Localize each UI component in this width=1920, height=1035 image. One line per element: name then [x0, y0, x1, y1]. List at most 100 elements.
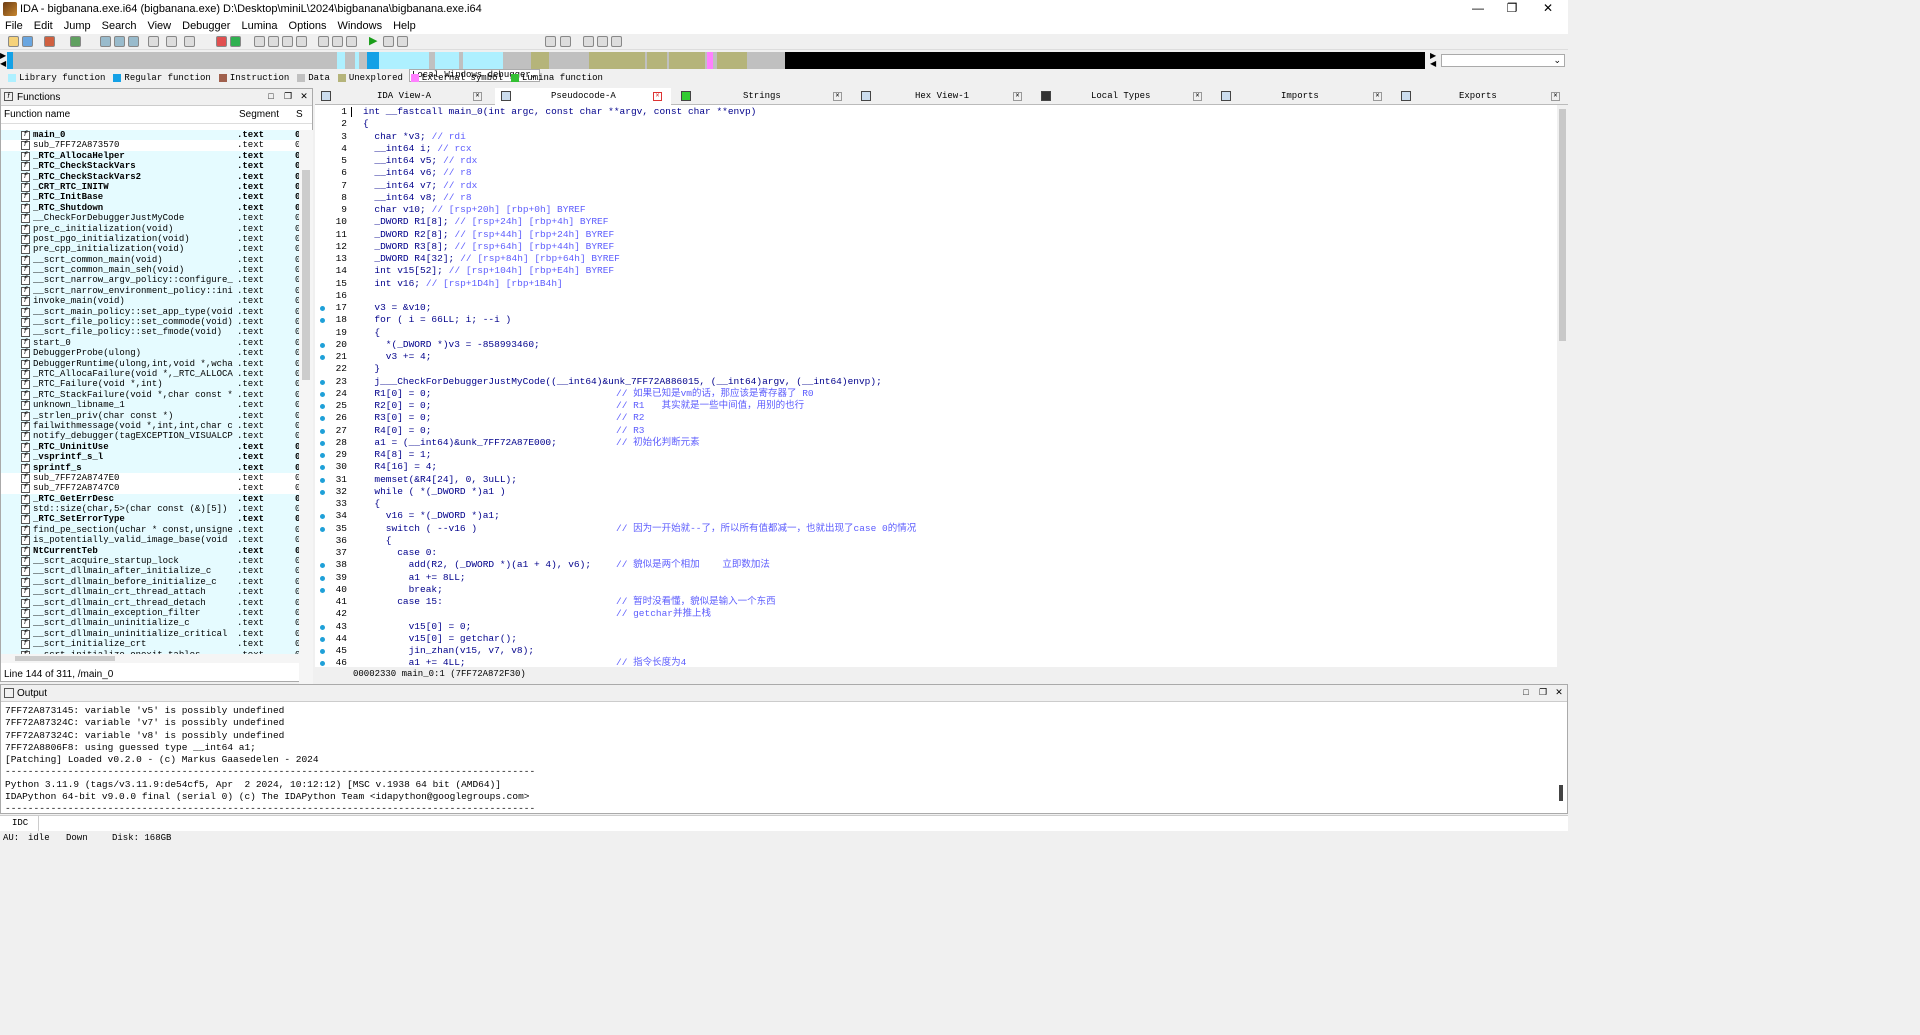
menu-search[interactable]: Search	[97, 18, 143, 34]
jump-back-icon[interactable]	[44, 36, 55, 47]
column-function-name[interactable]: Function name	[4, 109, 70, 120]
panel-float-icon[interactable]: ❐	[283, 92, 293, 102]
table-row[interactable]: f DebuggerProbe(ulong) .text 0	[1, 348, 299, 359]
code-line[interactable]: 36 {	[315, 535, 1560, 547]
xref-icon[interactable]	[296, 36, 307, 47]
table-row[interactable]: f __scrt_file_policy::set_fmode(void) .tex…	[1, 327, 299, 338]
breakpoint-dot-icon[interactable]	[320, 404, 325, 409]
breakpoint-dot-icon[interactable]	[320, 355, 325, 360]
code-line[interactable]: 29 R4[8] = 1;	[315, 449, 1560, 461]
tab-exports[interactable]: Exports ✕	[1395, 88, 1568, 105]
table-row[interactable]: f __scrt_narrow_environment_policy::init……	[1, 285, 299, 297]
menu-debugger[interactable]: Debugger	[177, 18, 236, 34]
table-row[interactable]: f __scrt_common_main_seh(void) .text 0	[1, 265, 299, 276]
table-row[interactable]: f failwithmessage(void *,int,int,char co……	[1, 420, 299, 432]
breakpoint-dot-icon[interactable]	[320, 575, 325, 581]
tab-strings[interactable]: Strings ✕	[675, 88, 851, 105]
table-row[interactable]: f _RTC_SetErrorType .text 0	[1, 514, 299, 525]
tab-pseudocode-a[interactable]: Pseudocode-A ✕	[495, 88, 671, 105]
menu-options[interactable]: Options	[284, 18, 333, 34]
table-row[interactable]: f sub_7FF72A873570 .text 0	[1, 140, 299, 151]
table-row[interactable]: f invoke_main(void) .text 0	[1, 296, 299, 307]
breakpoint-dot-icon[interactable]	[320, 318, 325, 324]
code-line[interactable]: 11 _DWORD R2[8]; // [rsp+44h] [rbp+24h] …	[315, 229, 1560, 241]
code-line[interactable]: 39 a1 += 8LL;	[315, 572, 1560, 584]
lumina-icon[interactable]	[230, 36, 241, 47]
code-line[interactable]: 34 v16 = *(_DWORD *)a1;	[315, 510, 1560, 522]
code-line[interactable]: 19 {	[315, 327, 1560, 339]
code-line[interactable]: 7 __int64 v7; // rdx	[315, 180, 1560, 192]
patch-icon[interactable]	[318, 36, 329, 47]
table-row[interactable]: f __scrt_main_policy::set_app_type(void).…	[1, 306, 299, 318]
table-row[interactable]: f __CheckForDebuggerJustMyCode .text 0	[1, 213, 299, 224]
stop-icon[interactable]	[397, 36, 408, 47]
table-row[interactable]: f _strlen_priv(char const *) .text 0	[1, 410, 299, 421]
tab-imports[interactable]: Imports ✕	[1215, 88, 1391, 105]
menu-lumina[interactable]: Lumina	[236, 18, 283, 34]
breakpoint-dot-icon[interactable]	[320, 440, 325, 446]
table-row[interactable]: f _RTC_InitBase .text 0	[1, 192, 299, 203]
table-row[interactable]: f start_0 .text 0	[1, 337, 299, 349]
tab-close-icon[interactable]: ✕	[1551, 92, 1560, 101]
code-line[interactable]: 31 memset(&R4[24], 0, 3uLL);	[315, 474, 1560, 486]
table-row[interactable]: f __scrt_initialize_crt .text 0	[1, 639, 299, 650]
tab-close-icon[interactable]: ✕	[1013, 92, 1022, 101]
table-row[interactable]: f post_pgo_initialization(void) .text 0	[1, 233, 299, 245]
table-row[interactable]: f main_0 .text 0	[1, 130, 299, 141]
font-icon[interactable]	[184, 36, 195, 47]
breakpoint-dot-icon[interactable]	[320, 379, 325, 385]
table-row[interactable]: f __scrt_dllmain_crt_thread_attach .text 0	[1, 587, 299, 598]
breakpoint-dot-icon[interactable]	[320, 342, 325, 348]
table-row[interactable]: f NtCurrentTeb .text 0	[1, 545, 299, 557]
enum-icon[interactable]	[282, 36, 293, 47]
table-row[interactable]: f DebuggerRuntime(ulong,int,void *,wchar……	[1, 358, 299, 369]
code-line[interactable]: 12 _DWORD R3[8]; // [rsp+64h] [rbp+44h] …	[315, 241, 1560, 253]
table-row[interactable]: f _RTC_AllocaFailure(void *,_RTC_ALLOCA_……	[1, 368, 299, 380]
pseudocode-view[interactable]: 1 int __fastcall main_0(int argc, const c…	[315, 105, 1560, 667]
column-segment[interactable]: Segment	[239, 109, 279, 120]
code-line[interactable]: 25 R2[0] = 0; // R1 其实就是一些中间值，用别的也行	[315, 400, 1560, 412]
code-line[interactable]: 21 v3 += 4;	[315, 351, 1560, 363]
code-line[interactable]: 4 __int64 i; // rcx	[315, 143, 1560, 155]
code-line[interactable]: 15 int v16; // [rsp+1D4h] [rbp+1B4h]	[315, 278, 1560, 290]
code-line[interactable]: 2{	[315, 118, 1560, 130]
flow-icon[interactable]	[332, 36, 343, 47]
table-row[interactable]: f sub_7FF72A8747E0 .text 0	[1, 473, 299, 483]
code-line[interactable]: 9 char v10; // [rsp+20h] [rbp+0h] BYREF	[315, 204, 1560, 216]
attach-icon[interactable]	[560, 36, 571, 47]
code-line[interactable]: 40 break;	[315, 584, 1560, 596]
code-line[interactable]: 17 v3 = &v10;	[315, 302, 1560, 314]
dock-icon[interactable]	[597, 36, 608, 47]
code-line[interactable]: 42 // getchar并推上栈	[315, 608, 1560, 620]
table-row[interactable]: f __scrt_dllmain_crt_thread_detach .text 0	[1, 597, 299, 608]
code-line[interactable]: 41 case 15: // 暂时没看懂，貌似是输入一个东西	[315, 596, 1560, 608]
column-s[interactable]: S	[296, 109, 303, 120]
menu-jump[interactable]: Jump	[59, 18, 97, 34]
menu-file[interactable]: File	[0, 18, 29, 34]
graph-icon[interactable]	[216, 36, 227, 47]
breakpoint-dot-icon[interactable]	[320, 636, 325, 642]
table-row[interactable]: f _RTC_StackFailure(void *,char const *).…	[1, 389, 299, 401]
code-line[interactable]: 6 __int64 v6; // r8	[315, 167, 1560, 179]
code-line[interactable]: 8 __int64 v8; // r8	[315, 192, 1560, 204]
breakpoint-dot-icon[interactable]	[320, 649, 325, 654]
code-line[interactable]: 24 R1[0] = 0; // 如果已知是vm的话，那应该是寄存器了 R0	[315, 388, 1560, 400]
panel-maximize-icon[interactable]: □	[1521, 688, 1531, 698]
breakpoint-dot-icon[interactable]	[320, 391, 325, 397]
code-line[interactable]: 28 a1 = (__int64)&unk_7FF72A87E000; // 初始…	[315, 437, 1560, 449]
table-row[interactable]: f _RTC_Failure(void *,int) .text 0	[1, 379, 299, 390]
debugger-options-icon[interactable]	[545, 36, 556, 47]
navigate-icon[interactable]	[100, 36, 111, 47]
code-line[interactable]: 27 R4[0] = 0; // R3	[315, 425, 1560, 437]
table-row[interactable]: f _RTC_Shutdown .text 0	[1, 202, 299, 214]
menu-help[interactable]: Help	[388, 18, 422, 34]
functions-scrollbar[interactable]	[299, 130, 313, 700]
table-row[interactable]: f pre_c_initialization(void) .text 0	[1, 223, 299, 234]
command-line[interactable]: IDC	[0, 815, 1568, 832]
code-line[interactable]: 16	[315, 290, 1560, 302]
code-line[interactable]: 32 while ( *(_DWORD *)a1 )	[315, 486, 1560, 498]
table-row[interactable]: f __scrt_dllmain_uninitialize_critical .te…	[1, 628, 299, 640]
breakpoint-dot-icon[interactable]	[320, 587, 325, 593]
tab-hex-view-1[interactable]: Hex View-1 ✕	[855, 88, 1031, 105]
code-line[interactable]: 30 R4[16] = 4;	[315, 461, 1560, 473]
